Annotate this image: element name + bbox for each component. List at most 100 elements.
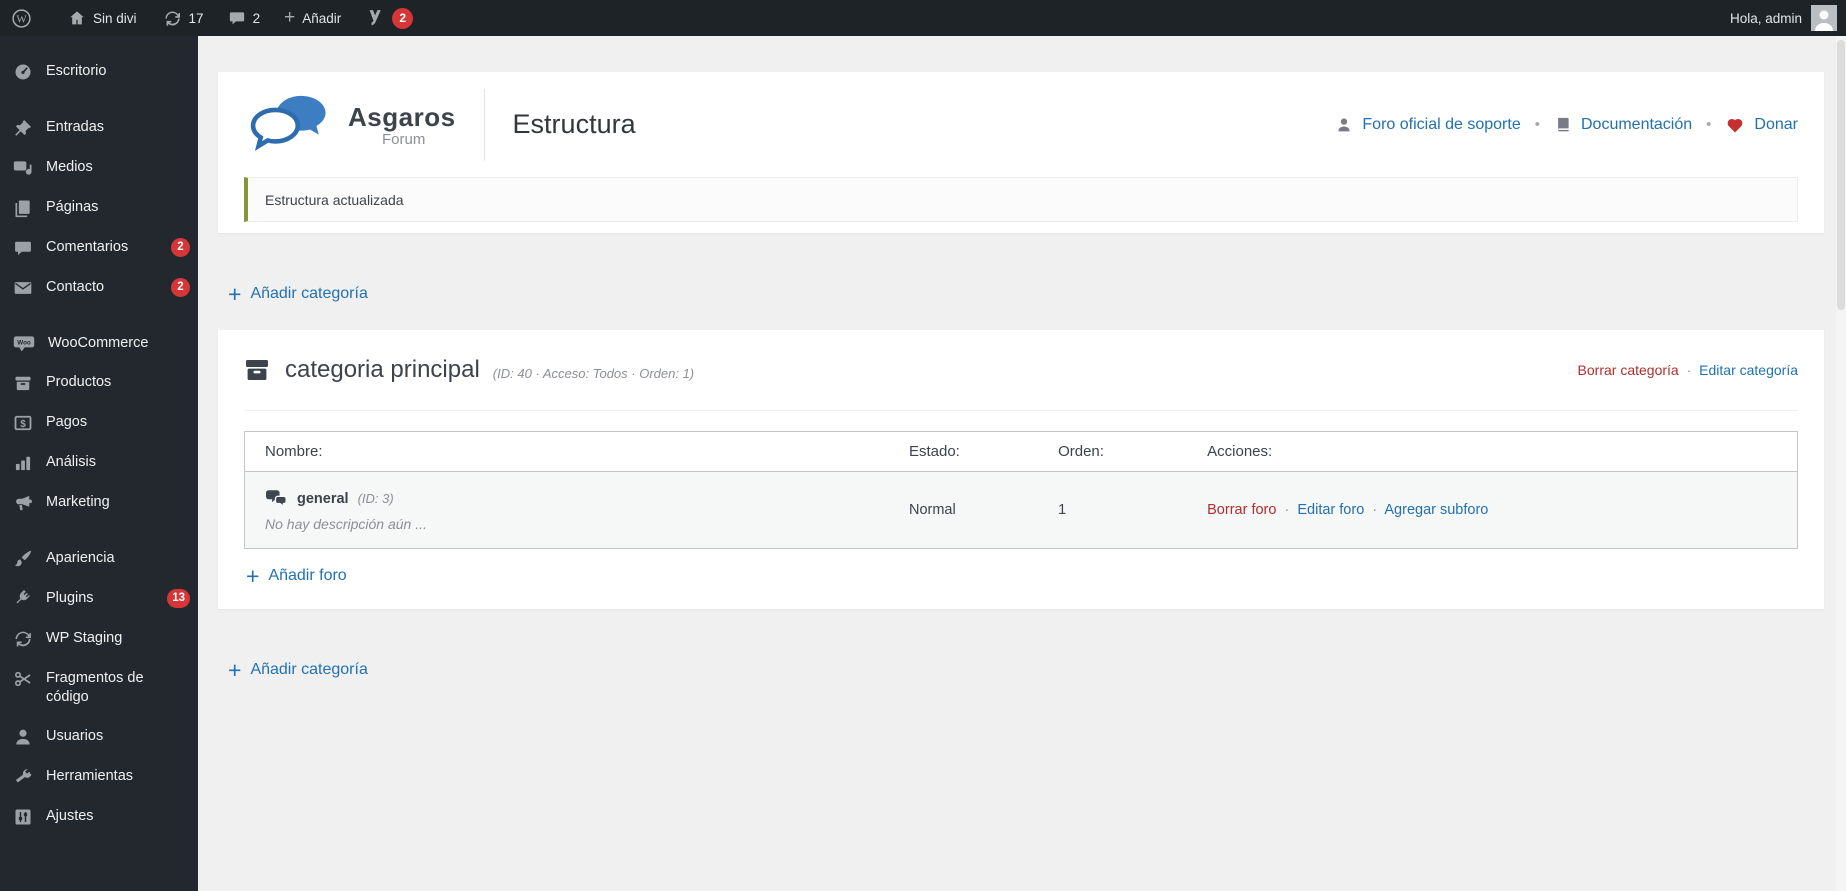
sidebar-item-marketing[interactable]: Marketing <box>0 483 198 523</box>
sidebar-item-herramientas[interactable]: Herramientas <box>0 757 198 797</box>
panel-divider <box>244 410 1798 411</box>
sidebar-item-productos[interactable]: Productos <box>0 363 198 403</box>
yoast-button[interactable]: 2 <box>354 0 424 36</box>
category-panel: categoria principal (ID: 40 · Acceso: To… <box>218 330 1824 609</box>
category-name: categoria principal <box>285 356 480 383</box>
main-content: Asgaros Forum Estructura Foro oficial de… <box>198 36 1846 891</box>
sidebar-item-escritorio[interactable]: Escritorio <box>0 52 198 92</box>
category-box-icon <box>244 358 270 382</box>
column-header-status: Estado: <box>888 431 1039 472</box>
forum-status: Normal <box>888 471 1039 549</box>
bullet-separator: • <box>1534 116 1540 133</box>
wrench-icon <box>15 769 32 783</box>
scrollbar[interactable] <box>1836 36 1846 891</box>
yoast-icon <box>369 10 381 26</box>
header-divider <box>483 88 485 161</box>
megaphone-icon <box>16 495 32 511</box>
plus-icon: + <box>284 6 296 28</box>
sidebar-item-analisis[interactable]: Análisis <box>0 443 198 483</box>
wordpress-logo-icon: W <box>12 8 31 28</box>
dot-separator: · <box>1284 502 1290 518</box>
sidebar-item-apariencia[interactable]: Apariencia <box>0 539 198 579</box>
svg-text:W: W <box>16 13 27 25</box>
add-subforum-link[interactable]: Agregar subforo <box>1384 502 1488 518</box>
account-greeting[interactable]: Hola, admin <box>1730 11 1802 26</box>
yoast-notification-badge: 2 <box>392 7 414 29</box>
table-row: general (ID: 3) No hay descripción aún .… <box>244 471 1798 549</box>
heart-icon <box>1728 118 1743 132</box>
sidebar-item-wp-staging[interactable]: WP Staging <box>0 619 198 659</box>
product-box-icon <box>15 376 31 391</box>
delete-category-link[interactable]: Borrar categoría <box>1578 362 1679 378</box>
sidebar-item-paginas[interactable]: Páginas <box>0 188 198 228</box>
site-name: Sin divi <box>93 10 137 26</box>
add-category-link-bottom[interactable]: + Añadir categoría <box>228 659 368 682</box>
forum-id: (ID: 3) <box>357 491 394 506</box>
updates-count: 17 <box>188 10 204 26</box>
comments-button[interactable]: 2 <box>217 0 272 36</box>
forum-name: general <box>297 490 349 507</box>
documentation-link[interactable]: Documentación <box>1554 116 1692 134</box>
edit-category-link[interactable]: Editar categoría <box>1699 362 1798 378</box>
avatar[interactable] <box>1811 5 1837 31</box>
site-link[interactable]: Sin divi <box>57 0 148 36</box>
sidebar-item-medios[interactable]: Medios <box>0 148 198 188</box>
sidebar-item-fragmentos[interactable]: Fragmentos de código <box>0 659 198 717</box>
plugin-icon <box>16 589 30 604</box>
forum-order: 1 <box>1038 471 1188 549</box>
sidebar-item-contacto[interactable]: Contacto 2 <box>0 268 198 308</box>
delete-forum-link[interactable]: Borrar foro <box>1207 502 1276 518</box>
update-notice: Estructura actualizada <box>244 177 1798 222</box>
notice-text: Estructura actualizada <box>265 191 404 208</box>
book-icon <box>1558 117 1569 131</box>
settings-sliders-icon <box>15 809 31 825</box>
add-new-label: Añadir <box>302 10 342 26</box>
sidebar-item-plugins[interactable]: Plugins 13 <box>0 579 198 619</box>
scissors-icon <box>15 671 31 687</box>
svg-text:$: $ <box>20 419 26 430</box>
wordpress-logo-button[interactable]: W <box>0 0 43 36</box>
forum-description: No hay descripción aún ... <box>265 516 427 532</box>
pin-icon <box>15 120 31 136</box>
add-forum-link[interactable]: + Añadir foro <box>246 563 347 589</box>
sidebar-item-pagos[interactable]: $ Pagos <box>0 403 198 443</box>
add-category-link[interactable]: + Añadir categoría <box>228 281 368 307</box>
plus-icon: + <box>246 563 260 589</box>
asgaros-logo: Asgaros Forum <box>244 94 456 156</box>
forum-bubbles-icon <box>266 490 287 508</box>
brush-icon <box>15 550 32 567</box>
column-header-order: Orden: <box>1038 431 1188 472</box>
woocommerce-icon: Woo <box>13 336 35 352</box>
bullet-separator: • <box>1706 116 1712 133</box>
forums-table: Nombre: Estado: Orden: Acciones: general… <box>244 431 1798 549</box>
scrollbar-thumb[interactable] <box>1837 40 1845 310</box>
plugins-badge: 13 <box>167 589 190 608</box>
table-header-row: Nombre: Estado: Orden: Acciones: <box>244 431 1798 472</box>
edit-forum-link[interactable]: Editar foro <box>1297 502 1364 518</box>
category-meta: (ID: 40 · Acceso: Todos · Orden: 1) <box>492 365 695 381</box>
support-forum-link[interactable]: Foro oficial de soporte <box>1335 116 1521 134</box>
donate-link[interactable]: Donar <box>1725 115 1798 135</box>
home-icon <box>70 11 84 25</box>
dot-separator: · <box>1372 502 1378 518</box>
comments-count: 2 <box>252 10 261 26</box>
add-new-button[interactable]: + Añadir <box>273 0 352 36</box>
bar-chart-icon <box>15 456 31 471</box>
media-icon <box>13 161 32 175</box>
asgaros-bubbles-icon <box>250 95 326 151</box>
admin-sidebar: Escritorio Entradas Medios Páginas Comen… <box>0 36 198 891</box>
sidebar-item-woocommerce[interactable]: Woo WooCommerce <box>0 324 198 363</box>
plus-icon: + <box>228 281 242 307</box>
pages-icon <box>15 200 30 218</box>
sidebar-item-entradas[interactable]: Entradas <box>0 108 198 148</box>
dot-separator: · <box>1686 362 1692 378</box>
contact-badge: 2 <box>171 278 190 297</box>
comments-badge: 2 <box>171 238 190 257</box>
updates-button[interactable]: 17 <box>152 0 215 36</box>
sidebar-item-comentarios[interactable]: Comentarios 2 <box>0 228 198 268</box>
sidebar-item-ajustes[interactable]: Ajustes <box>0 797 198 837</box>
column-header-name: Nombre: <box>244 431 889 472</box>
envelope-icon <box>14 282 32 294</box>
refresh-icon <box>15 631 31 647</box>
sidebar-item-usuarios[interactable]: Usuarios <box>0 717 198 757</box>
